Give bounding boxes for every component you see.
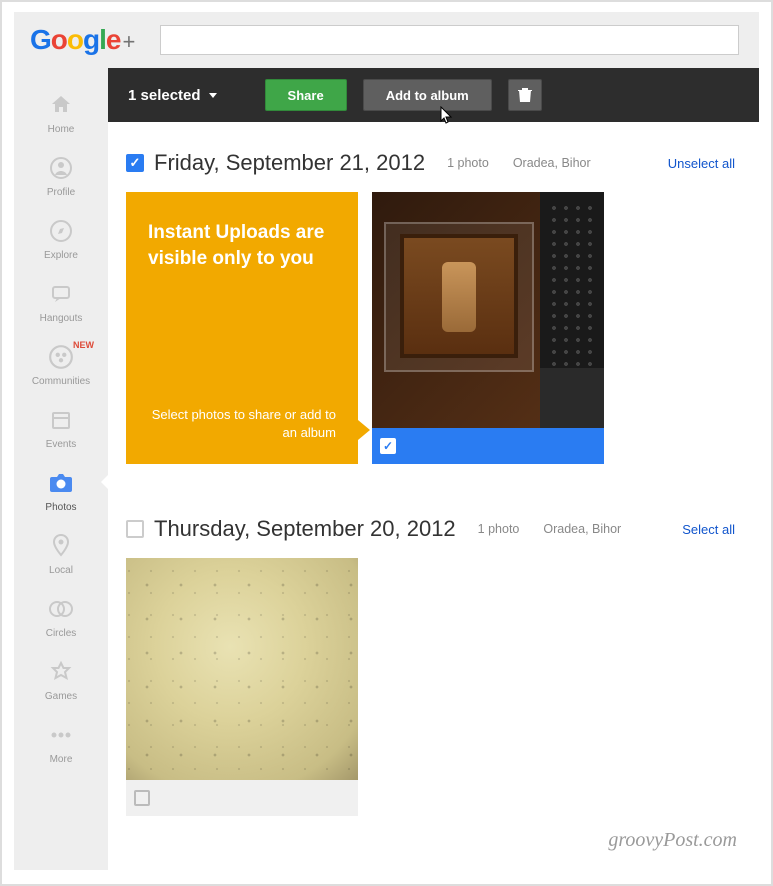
group-header: Thursday, September 20, 2012 1 photo Ora… [126,510,741,558]
photo-thumbnail [126,558,358,780]
sidebar-item-label: Explore [44,250,78,261]
sidebar-item-games[interactable]: Games [14,647,108,710]
home-icon [46,90,76,120]
unselect-all-link[interactable]: Unselect all [668,156,735,171]
add-to-album-button[interactable]: Add to album [363,79,492,111]
main-content: 1 selected Share Add to album ✓ [108,68,759,870]
communities-icon [46,342,76,372]
new-badge: NEW [73,340,94,350]
camera-icon [46,468,76,498]
select-all-link[interactable]: Select all [682,522,735,537]
group-date-title: Friday, September 21, 2012 [154,150,425,176]
google-plus-logo[interactable]: Google+ [30,24,134,56]
info-tile-subtext: Select photos to share or add to an albu… [148,406,336,446]
sidebar-item-hangouts[interactable]: Hangouts [14,269,108,332]
selection-count-text: 1 selected [128,87,201,104]
circles-icon [46,594,76,624]
header-bar: Google+ [14,12,759,68]
calendar-icon [46,405,76,435]
sidebar-item-local[interactable]: Local [14,521,108,584]
group-checkbox[interactable]: ✓ [126,154,144,172]
photo-checkbox[interactable] [134,790,150,806]
sidebar: Home Profile Explore [14,68,108,870]
photo-selection-strip: ✓ [372,428,604,464]
chat-icon [46,279,76,309]
sidebar-item-more[interactable]: More [14,710,108,773]
photo-tile[interactable] [126,558,358,816]
group-location: Oradea, Bihor [543,522,621,536]
sidebar-item-communities[interactable]: NEW Communities [14,332,108,395]
sidebar-item-label: Profile [47,187,75,198]
trash-icon [518,87,532,103]
caret-down-icon [209,93,217,98]
sidebar-item-label: Photos [45,502,76,513]
sidebar-item-profile[interactable]: Profile [14,143,108,206]
sidebar-item-home[interactable]: Home [14,80,108,143]
pin-icon [46,531,76,561]
sidebar-item-label: Home [48,124,75,135]
sidebar-item-label: Events [46,439,77,450]
sidebar-item-label: Circles [46,628,77,639]
photo-tile[interactable]: ✓ [372,192,604,464]
sidebar-item-label: Hangouts [40,313,83,324]
instant-upload-info-tile: Instant Uploads are visible only to you … [126,192,358,464]
photo-thumbnail [372,192,604,428]
photo-selection-strip [126,780,358,816]
sidebar-item-label: More [50,754,73,765]
group-location: Oradea, Bihor [513,156,591,170]
profile-icon [46,153,76,183]
group-photo-count: 1 photo [478,522,520,536]
group-checkbox[interactable] [126,520,144,538]
sidebar-item-events[interactable]: Events [14,395,108,458]
group-photo-count: 1 photo [447,156,489,170]
group-date-title: Thursday, September 20, 2012 [154,516,456,542]
info-tile-headline: Instant Uploads are visible only to you [148,220,336,271]
sidebar-item-photos[interactable]: Photos [14,458,108,521]
compass-icon [46,216,76,246]
more-icon [46,720,76,750]
sidebar-item-explore[interactable]: Explore [14,206,108,269]
delete-button[interactable] [508,79,542,111]
share-button[interactable]: Share [265,79,347,111]
selection-count-dropdown[interactable]: 1 selected [128,87,217,104]
photo-checkbox[interactable]: ✓ [380,438,396,454]
sidebar-item-label: Communities [32,376,90,387]
sidebar-item-circles[interactable]: Circles [14,584,108,647]
action-bar: 1 selected Share Add to album [108,68,759,122]
games-icon [46,657,76,687]
sidebar-item-label: Local [49,565,73,576]
group-header: ✓ Friday, September 21, 2012 1 photo Ora… [126,144,741,192]
search-input[interactable] [160,25,739,55]
sidebar-item-label: Games [45,691,77,702]
